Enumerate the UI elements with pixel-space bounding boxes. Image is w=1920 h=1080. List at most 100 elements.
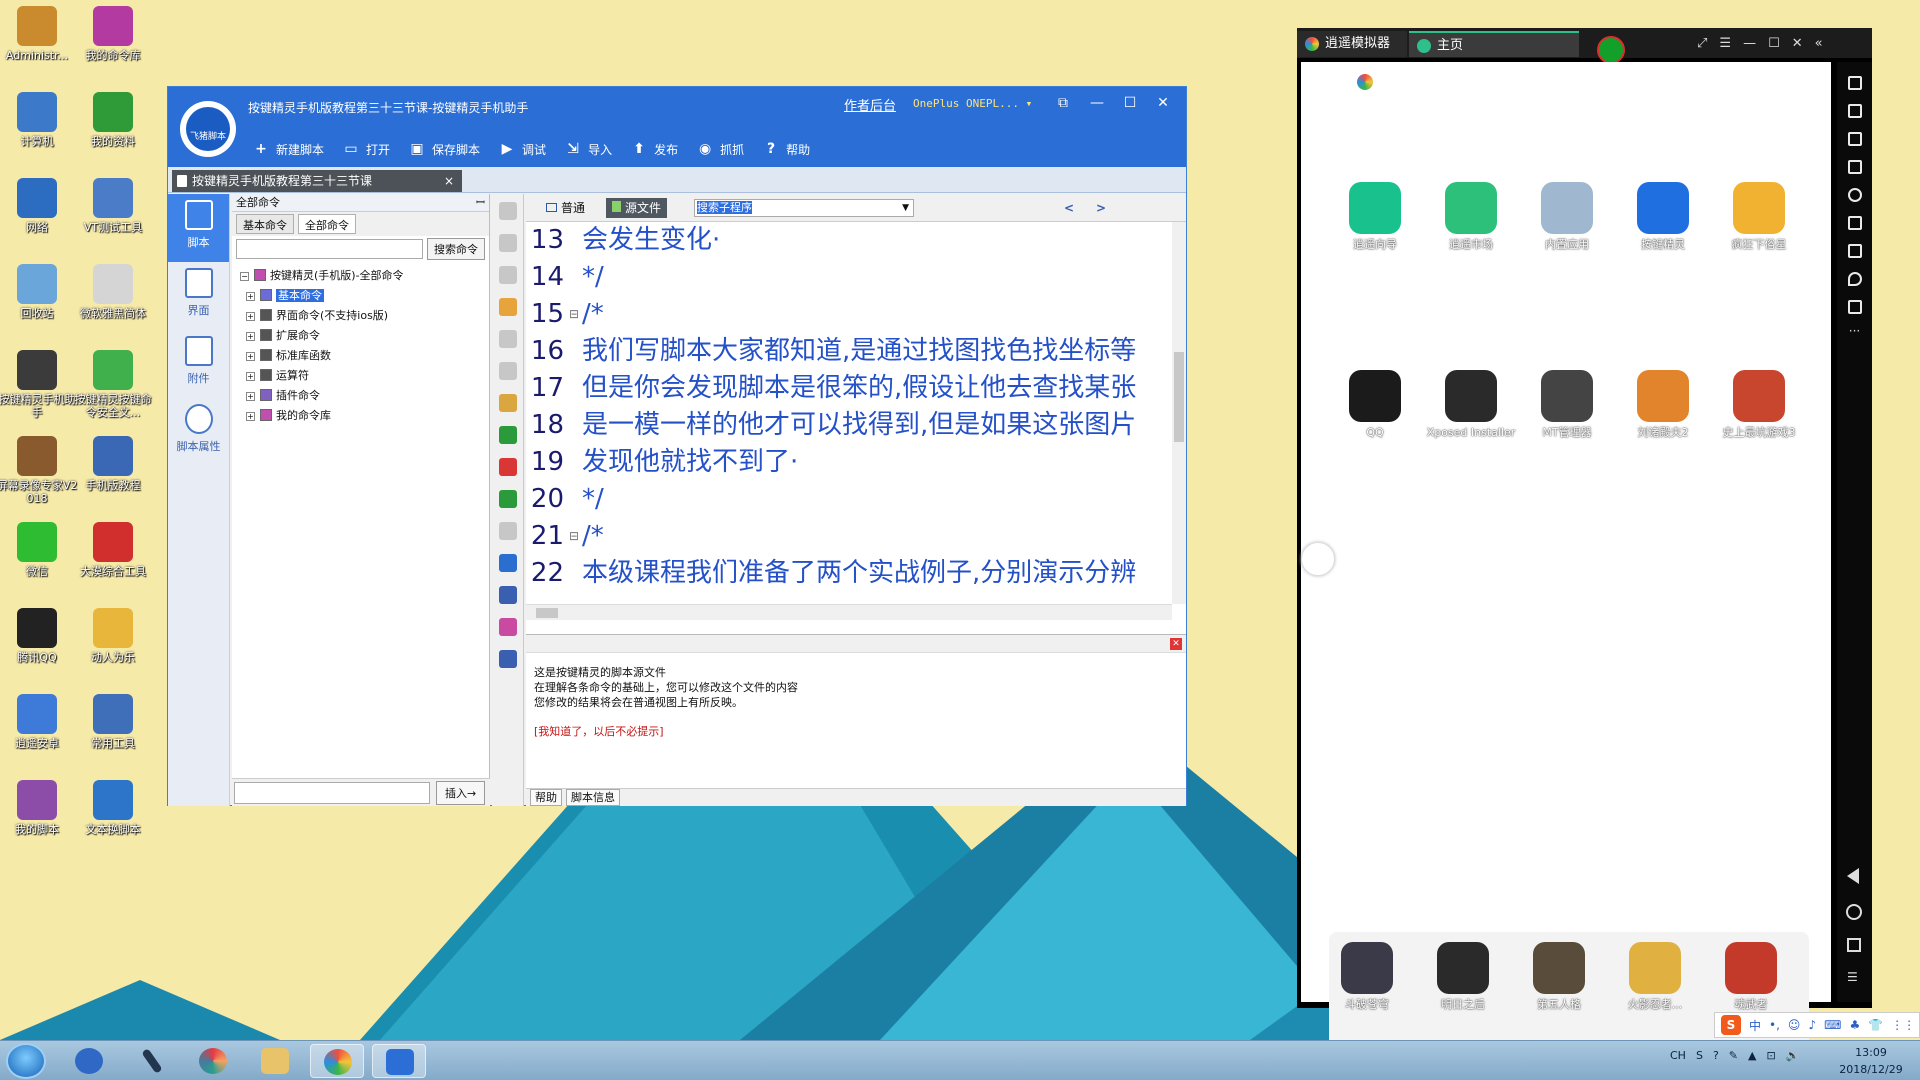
record-icon[interactable] [1597,36,1625,64]
app-icon[interactable]: MT管理器 [1519,370,1615,439]
restore-icon[interactable]: ⧉ [1052,93,1074,113]
insert-button[interactable]: 插入→ [436,780,486,805]
taskbar-app-1[interactable] [62,1044,116,1078]
maximize-emulator-button[interactable]: ☐ [1768,36,1780,51]
insert-command-input[interactable] [234,781,430,804]
tab-basic-commands[interactable]: 基本命令 [236,214,294,234]
ime-icon[interactable]: •, [1769,1018,1780,1032]
ime-icon[interactable]: ⋮⋮ [1891,1018,1915,1032]
home-button-icon[interactable] [1846,904,1862,920]
tool-icon[interactable] [498,522,517,540]
collapse-sidebar-icon[interactable]: « [1815,36,1823,51]
expand-icon[interactable]: + [246,392,255,401]
dock-app[interactable]: 斗破苍穹 [1319,942,1415,1011]
back-icon[interactable] [1847,868,1859,884]
desktop-icon[interactable]: Administr... [0,6,78,62]
ime-icon[interactable]: ♣ [1849,1018,1860,1032]
tool-icon[interactable] [498,330,517,348]
ime-icon[interactable]: 中 [1749,1017,1761,1034]
volume-up-icon[interactable] [1847,216,1862,230]
vertical-scrollbar[interactable] [1172,222,1186,604]
fullscreen-icon[interactable]: ⤢ [1697,36,1707,51]
app-icon[interactable]: 史上最坑游戏3 [1711,370,1807,439]
previous-button[interactable]: < [1058,198,1080,218]
expand-icon[interactable]: + [246,372,255,381]
app-icon[interactable]: 疯狂下俗星 [1711,182,1807,251]
ime-icon[interactable]: S [1721,1015,1741,1035]
more-icon[interactable]: ··· [1837,324,1872,338]
tab-script-info[interactable]: 脚本信息 [566,789,620,806]
author-backend-link[interactable]: 作者后台 [844,95,896,114]
keyboard-icon[interactable] [1847,104,1862,118]
dock-app[interactable]: 火影忍者... [1607,942,1703,1011]
horizontal-scroll-thumb[interactable] [536,608,558,618]
recent-apps-icon[interactable] [1847,938,1861,952]
tray-icon[interactable]: ▲ [1748,1049,1756,1062]
horizontal-scrollbar[interactable] [526,604,1172,620]
ime-icon[interactable]: ☺ [1788,1018,1801,1032]
tree-item[interactable]: + 基本命令 [240,286,481,306]
tree-item[interactable]: + 界面命令(不支持ios版) [240,306,481,326]
tool-icon[interactable] [498,586,517,604]
tray-icon[interactable]: ✎ [1729,1049,1738,1062]
scroll-thumb[interactable] [1174,352,1184,442]
code-area[interactable]: 13 会发生变化· 14 */15 ⊟/* 16 我们写脚本大家都知道,是通过找图找色找坐标… [526,222,1172,604]
dock-app[interactable]: 第五人格 [1511,942,1607,1011]
search-command-button[interactable]: 搜索命令 [427,238,485,260]
close-emulator-button[interactable]: ✕ [1792,36,1803,51]
tree-item[interactable]: + 插件命令 [240,386,481,406]
floating-ball-icon[interactable] [1301,542,1335,576]
expand-icon[interactable]: + [246,412,255,421]
close-help-icon[interactable]: ✕ [1170,638,1182,650]
tool-icon[interactable] [498,362,517,380]
collapse-icon[interactable]: − [240,272,249,281]
taskbar-emulator[interactable] [310,1044,364,1078]
next-button[interactable]: > [1090,198,1112,218]
tree-root[interactable]: − 按键精灵(手机版)-全部命令 [240,266,481,286]
toolbar-button[interactable]: ▶ 调试 [498,140,546,158]
tool-icon[interactable] [498,394,517,412]
expand-icon[interactable]: + [246,312,255,321]
list-icon[interactable]: ☰ [1847,970,1858,984]
tray-icon[interactable]: CH [1670,1049,1686,1062]
tool-icon[interactable] [498,298,517,316]
desktop-icon[interactable]: 常用工具 [72,694,154,750]
desktop-icon[interactable]: 文本换脚本 [72,780,154,836]
tool-icon[interactable] [498,618,517,636]
desktop-icon[interactable]: 回收站 [0,264,78,320]
desktop-icon[interactable]: 大漠综合工具 [72,522,154,578]
menu-icon[interactable]: ☰ [1719,36,1731,51]
settings-icon[interactable] [1847,188,1862,202]
clock[interactable]: 13:09 2018/12/29 [1826,1044,1916,1078]
toolbar-button[interactable]: ? 帮助 [762,140,810,158]
normal-view-tab[interactable]: 普通 [540,198,591,218]
tab-all-commands[interactable]: 全部命令 [298,214,356,234]
desktop-icon[interactable]: VT测试工具 [72,178,154,234]
tool-icon[interactable] [498,266,517,284]
toolbar-button[interactable]: ⬆ 发布 [630,140,678,158]
tree-item[interactable]: + 我的命令库 [240,406,481,426]
document-tab[interactable]: 按键精灵手机版教程第三十三节课 × [172,170,462,192]
expand-icon[interactable]: + [246,352,255,361]
location-icon[interactable] [1847,272,1862,286]
desktop-icon[interactable]: 按键精灵按键命令安全文... [72,350,154,419]
folder-icon[interactable] [1847,300,1862,314]
minimize-emulator-button[interactable]: — [1743,36,1756,51]
desktop-icon[interactable]: 网络 [0,178,78,234]
toolbar-button[interactable]: ▣ 保存脚本 [408,140,480,158]
toolbar-button[interactable]: ▭ 打开 [342,140,390,158]
tray-icon[interactable]: ⊡ [1766,1049,1775,1062]
nav-item[interactable]: 界面 [168,262,229,330]
tool-icon[interactable] [498,202,517,220]
desktop-icon[interactable]: 腾讯QQ [0,608,78,664]
tab-help[interactable]: 帮助 [530,789,562,806]
desktop-icon[interactable]: 微信 [0,522,78,578]
desktop-icon[interactable]: 手机版教程 [72,436,154,492]
home-tab[interactable]: 主页 [1409,31,1579,57]
tool-icon[interactable] [498,426,517,444]
toolbar-button[interactable]: ◉ 抓抓 [696,140,744,158]
toolbar-button[interactable]: + 新建脚本 [252,140,324,158]
screenshot-icon[interactable] [1847,132,1862,146]
tool-icon[interactable] [498,490,517,508]
tool-icon[interactable] [498,650,517,668]
